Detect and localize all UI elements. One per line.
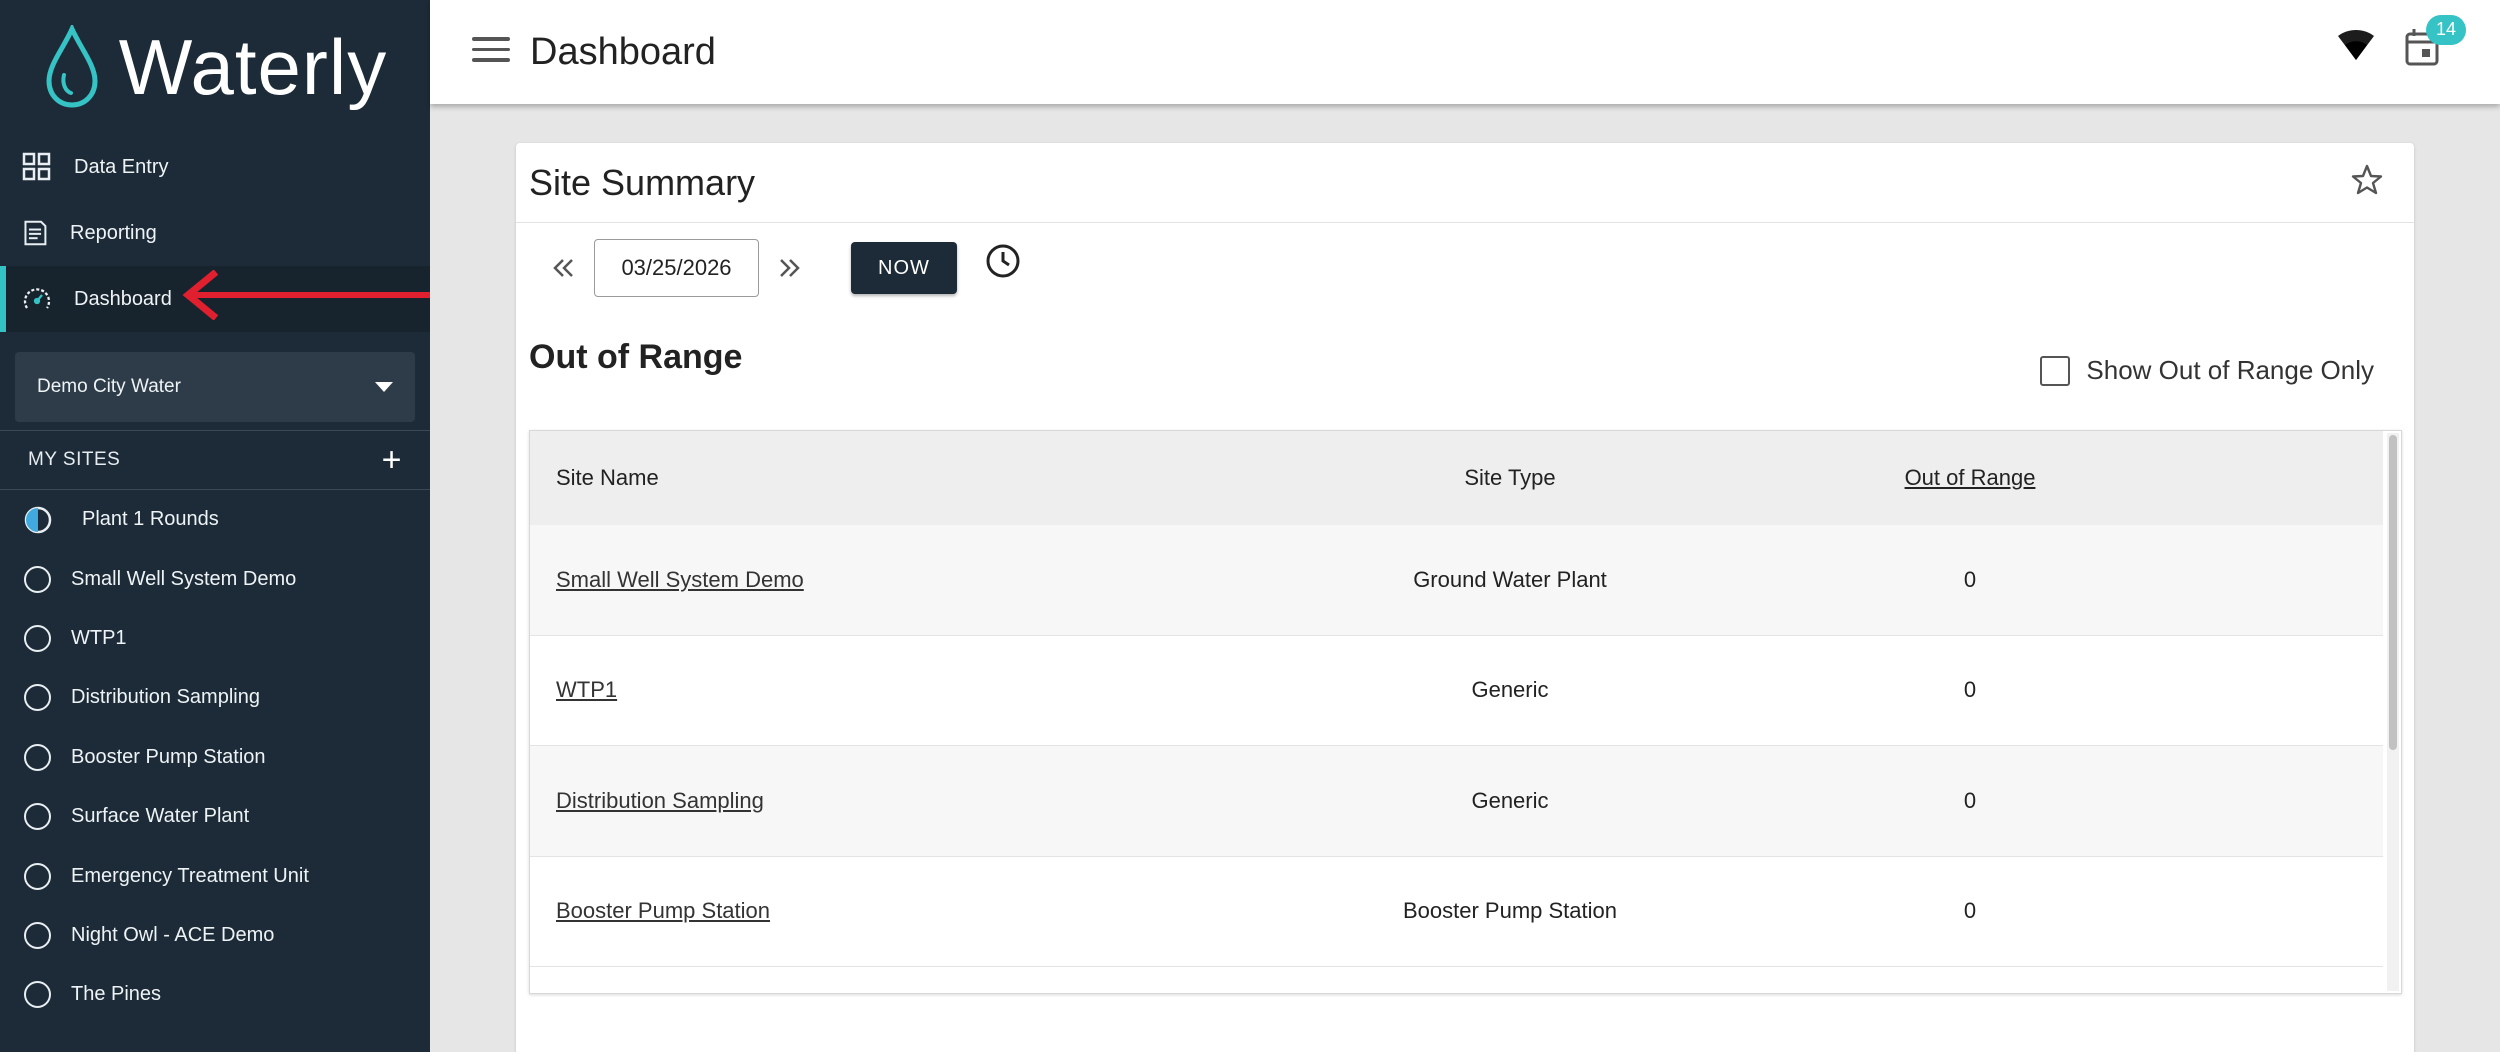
site-item-label: Plant 1 Rounds [82,508,219,531]
circle-icon [24,684,51,712]
card-header: Site Summary [516,143,2414,223]
site-item-the-pines[interactable]: The Pines [0,965,430,1024]
red-arrow-annotation [182,270,430,320]
filter-label: Show Out of Range Only [2086,355,2374,385]
site-item-label: Emergency Treatment Unit [71,864,309,887]
col-header-site-name[interactable]: Site Name [530,465,1530,491]
chevrons-left-icon[interactable] [544,248,584,288]
half-circle-icon [24,506,52,534]
circle-icon [24,803,51,831]
nav-reporting-label: Reporting [70,221,157,244]
report-icon [24,220,47,246]
nav-data-entry[interactable]: Data Entry [0,134,430,200]
sidebar: Waterly Data Entry Reporting Dashboard D… [0,0,430,1052]
table-body: Small Well System Demo Ground Water Plan… [530,525,2401,967]
star-icon[interactable] [2350,163,2384,202]
col-header-site-type[interactable]: Site Type [1410,465,1610,491]
site-summary-card: Site Summary 03/25/2026 NOW Out of Range… [516,143,2414,1052]
site-item-label: Booster Pump Station [71,745,266,768]
chevrons-right-icon[interactable] [769,248,809,288]
scrollbar-thumb[interactable] [2389,435,2397,750]
out-of-range-count: 0 [1963,677,1977,703]
out-of-range-count: 0 [1963,787,1977,813]
brand-name: Waterly [118,22,388,111]
out-of-range-table: Site Name Site Type Out of Range Small W… [529,430,2402,994]
organization-select-value: Demo City Water [37,376,181,397]
site-item-distribution-sampling[interactable]: Distribution Sampling [0,668,430,727]
site-item-plant-1-rounds[interactable]: Plant 1 Rounds [0,490,430,549]
top-bar: Dashboard 14 [430,0,2500,104]
date-controls: 03/25/2026 NOW [544,239,1021,297]
site-name-link[interactable]: Distribution Sampling [530,788,764,814]
nav-dashboard-label: Dashboard [74,287,172,310]
table-scrollbar[interactable] [2387,433,2399,991]
out-of-range-count: 0 [1963,566,1977,592]
date-input[interactable]: 03/25/2026 [594,239,759,297]
water-drop-icon [46,25,98,108]
circle-icon [24,981,51,1009]
now-button[interactable]: NOW [851,242,957,294]
nav-data-entry-label: Data Entry [74,155,169,178]
table-header: Site Name Site Type Out of Range [530,431,2383,525]
brand-logo[interactable]: Waterly [0,0,430,134]
site-item-surface-water[interactable]: Surface Water Plant [0,787,430,846]
site-name-link[interactable]: Small Well System Demo [530,567,804,593]
table-row: Small Well System Demo Ground Water Plan… [530,525,2383,636]
site-name-link[interactable]: WTP1 [530,677,617,703]
site-type-cell: Ground Water Plant [1413,566,1607,592]
card-title: Site Summary [529,161,756,203]
my-sites-header: MY SITES + [0,432,430,488]
site-type-cell: Generic [1471,677,1549,703]
site-item-night-owl[interactable]: Night Owl - ACE Demo [0,906,430,965]
divider [0,430,430,431]
site-item-small-well[interactable]: Small Well System Demo [0,549,430,608]
circle-icon [24,624,51,652]
site-item-label: Night Owl - ACE Demo [71,923,275,946]
nav-reporting[interactable]: Reporting [0,200,430,266]
page-title: Dashboard [530,30,716,73]
table-row: WTP1 Generic 0 [530,636,2383,746]
site-item-booster-pump[interactable]: Booster Pump Station [0,728,430,787]
calendar-icon[interactable]: 14 [2404,14,2466,67]
add-site-icon[interactable]: + [382,443,402,477]
site-type-cell: Booster Pump Station [1402,898,1617,924]
col-header-out-of-range[interactable]: Out of Range [1870,465,2070,491]
wifi-icon[interactable] [2336,26,2376,67]
circle-icon [24,921,51,949]
section-title: Out of Range [529,338,743,376]
clock-icon[interactable] [985,243,1021,284]
site-item-label: Distribution Sampling [71,686,260,709]
out-of-range-checkbox[interactable] [2040,355,2071,386]
circle-icon [24,743,51,771]
out-of-range-count: 0 [1963,898,1977,924]
grid-icon [22,152,51,181]
site-item-label: The Pines [71,983,162,1006]
caret-down-icon [375,382,393,392]
site-item-emergency-treatment[interactable]: Emergency Treatment Unit [0,846,430,905]
organization-select[interactable]: Demo City Water [15,352,415,422]
circle-icon [24,565,51,593]
site-item-label: Small Well System Demo [71,567,297,590]
show-out-of-range-filter[interactable]: Show Out of Range Only [2040,355,2374,386]
site-item-label: WTP1 [71,626,127,649]
speedometer-icon [23,288,51,309]
site-type-cell: Generic [1471,787,1549,813]
my-sites-heading: MY SITES [28,449,121,470]
site-item-label: Surface Water Plant [71,805,250,828]
sites-list: Plant 1 Rounds Small Well System Demo WT… [0,490,430,1025]
site-name-link[interactable]: Booster Pump Station [530,898,770,924]
table-row: Distribution Sampling Generic 0 [530,746,2383,857]
hamburger-menu-icon[interactable] [472,37,510,67]
table-row: Booster Pump Station Booster Pump Statio… [530,857,2383,967]
notification-badge: 14 [2426,14,2466,45]
site-item-wtp1[interactable]: WTP1 [0,609,430,668]
circle-icon [24,862,51,890]
